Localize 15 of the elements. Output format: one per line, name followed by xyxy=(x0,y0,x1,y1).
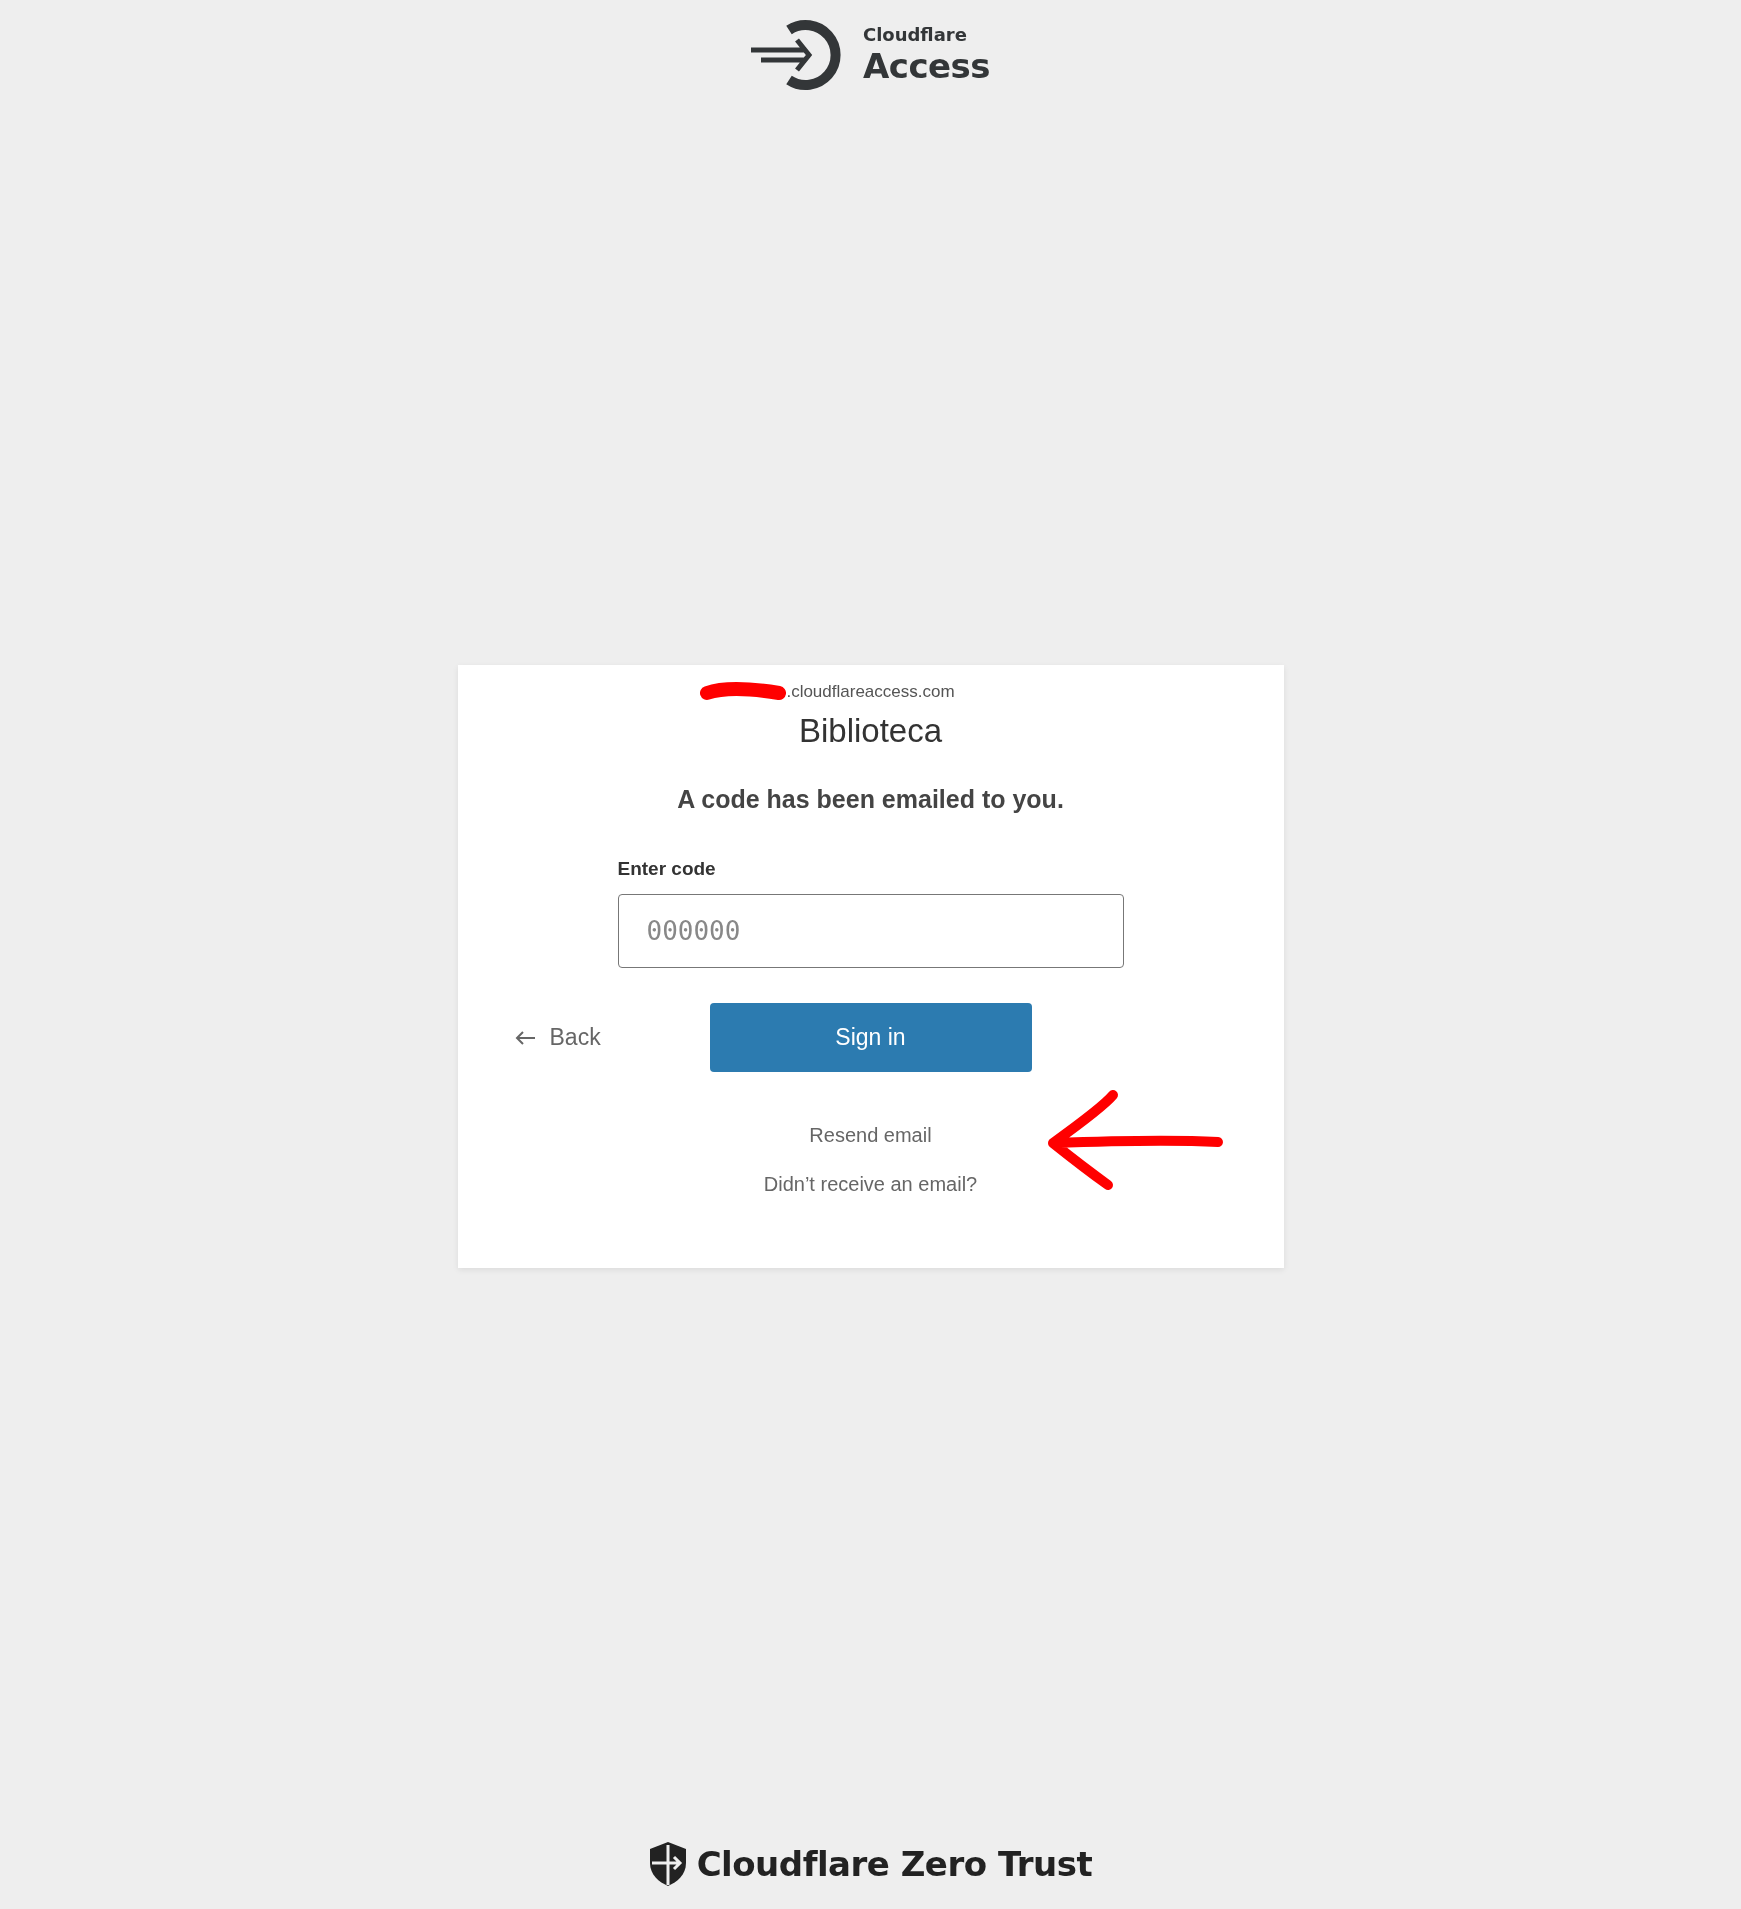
code-field[interactable]: 000000 xyxy=(617,894,1124,968)
field-label: Enter code xyxy=(617,858,717,880)
product-name: Cloudflare xyxy=(862,24,968,46)
sign-in-button[interactable]: Sign in xyxy=(709,1003,1032,1072)
arrow-icon xyxy=(513,1029,536,1046)
resend-link[interactable]: Resend email xyxy=(809,1124,932,1147)
code-message: A code has been emailed to you. xyxy=(677,785,1064,814)
logo-icon xyxy=(750,18,841,92)
app-name: Biblioteca xyxy=(798,711,943,751)
brand-name: Cloudflare Zero Trust xyxy=(696,1844,1093,1884)
shield-icon xyxy=(648,1841,687,1887)
product-title: Access xyxy=(862,46,991,86)
domain-text: .cloudflareaccess.com xyxy=(786,682,955,702)
back-button[interactable]: Back xyxy=(513,1024,601,1051)
help-link[interactable]: Didn’t receive an email? xyxy=(763,1173,978,1196)
